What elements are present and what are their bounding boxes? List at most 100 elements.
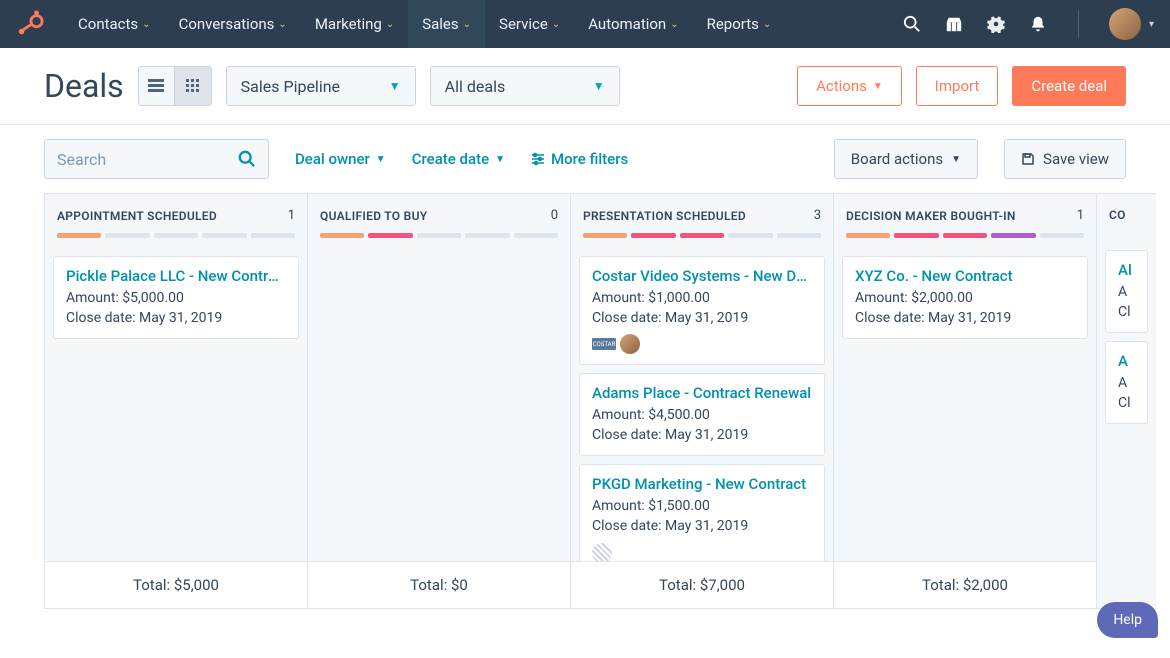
deal-title: Adams Place - Contract Renewal	[592, 384, 812, 402]
search-icon	[238, 150, 256, 168]
bell-icon[interactable]	[1028, 14, 1048, 34]
deal-title: XYZ Co. - New Contract	[855, 267, 1075, 285]
progress-segment	[846, 233, 890, 238]
page-title: Deals	[44, 67, 124, 105]
column-body: AlA Cl AA Cl	[1097, 242, 1156, 608]
import-button[interactable]: Import	[916, 66, 999, 106]
deal-card[interactable]: Pickle Palace LLC - New ContractAmount: …	[53, 256, 299, 339]
progress-segment	[417, 233, 461, 238]
create-date-filter[interactable]: Create date ▼	[412, 150, 505, 168]
actions-button[interactable]: Actions ▼	[797, 66, 902, 106]
column-count: 3	[814, 208, 821, 223]
board-column: PRESENTATION SCHEDULED3 Costar Video Syst…	[570, 193, 833, 609]
deals-filter-select[interactable]: All deals ▼	[430, 66, 620, 106]
nav-item-service[interactable]: Service⌄	[485, 0, 574, 48]
board-actions-button[interactable]: Board actions ▼	[834, 139, 978, 179]
save-icon	[1021, 152, 1035, 166]
caret-down-icon: ▼	[873, 81, 883, 92]
progress-segment	[368, 233, 412, 238]
progress-segment	[154, 233, 198, 238]
hubspot-logo[interactable]	[16, 10, 44, 38]
search-box[interactable]	[44, 139, 269, 179]
deal-card[interactable]: Costar Video Systems - New Deal Amount: $…	[579, 256, 825, 365]
deal-card[interactable]: XYZ Co. - New ContractAmount: $2,000.00C…	[842, 256, 1088, 339]
deal-amount: A	[1118, 374, 1135, 394]
progress-segment	[991, 233, 1035, 238]
search-icon[interactable]	[902, 14, 922, 34]
deal-amount: Amount: $1,000.00	[592, 289, 812, 309]
placeholder-icon	[592, 543, 612, 561]
deal-amount: Amount: $4,500.00	[592, 406, 812, 426]
avatar	[1109, 8, 1141, 40]
column-header: APPOINTMENT SCHEDULED1	[45, 194, 307, 248]
board-actions-label: Board actions	[851, 150, 943, 168]
column-title: CO	[1109, 208, 1126, 222]
company-logo-icon: COSTAR	[592, 338, 616, 350]
progress-segment	[894, 233, 938, 238]
progress-segment	[943, 233, 987, 238]
progress-segment	[202, 233, 246, 238]
deal-close-date: Close date: May 31, 2019	[855, 309, 1075, 329]
nav-item-conversations[interactable]: Conversations⌄	[165, 0, 301, 48]
chevron-down-icon: ⌄	[386, 19, 394, 30]
search-input[interactable]	[57, 150, 217, 169]
deal-title: Costar Video Systems - New Deal	[592, 267, 812, 285]
deal-card[interactable]: AA Cl	[1105, 341, 1148, 424]
filter-row: Deal owner ▼ Create date ▼ More filters …	[0, 125, 1170, 193]
progress-bar	[320, 233, 558, 238]
progress-segment	[777, 233, 821, 238]
column-title: QUALIFIED TO BUY	[320, 209, 427, 223]
deal-card[interactable]: PKGD Marketing - New ContractAmount: $1,…	[579, 464, 825, 561]
chevron-down-icon: ⌄	[142, 19, 150, 30]
save-view-button[interactable]: Save view	[1004, 139, 1126, 179]
more-filters-button[interactable]: More filters	[531, 150, 628, 168]
column-body: Costar Video Systems - New Deal Amount: $…	[571, 248, 833, 561]
import-label: Import	[935, 77, 980, 95]
list-view-button[interactable]	[139, 67, 175, 105]
nav-item-contacts[interactable]: Contacts ⌄	[64, 0, 165, 48]
deal-card[interactable]: AlA Cl	[1105, 250, 1148, 333]
progress-bar	[846, 233, 1084, 238]
nav-item-marketing[interactable]: Marketing⌄	[301, 0, 408, 48]
help-label: Help	[1113, 612, 1142, 628]
nav-item-reports[interactable]: Reports⌄	[693, 0, 786, 48]
column-body: Pickle Palace LLC - New ContractAmount: …	[45, 248, 307, 561]
caret-down-icon: ▼	[951, 154, 961, 165]
pipeline-select[interactable]: Sales Pipeline ▼	[226, 66, 416, 106]
deal-amount: Amount: $1,500.00	[592, 497, 812, 517]
deal-card[interactable]: Adams Place - Contract Renewal Amount: $4…	[579, 373, 825, 456]
column-header: PRESENTATION SCHEDULED3	[571, 194, 833, 248]
view-toggle	[138, 66, 212, 106]
board-column: APPOINTMENT SCHEDULED1 Pickle Palace LLC …	[44, 193, 307, 609]
pipeline-select-label: Sales Pipeline	[241, 77, 340, 96]
gear-icon[interactable]	[986, 14, 1006, 34]
create-deal-button[interactable]: Create deal	[1012, 66, 1126, 106]
column-total: Total: $5,000	[45, 561, 307, 608]
progress-bar	[57, 233, 295, 238]
board-view-button[interactable]	[175, 67, 211, 105]
marketplace-icon[interactable]	[944, 14, 964, 34]
deal-owner-filter[interactable]: Deal owner ▼	[295, 150, 386, 168]
progress-segment	[680, 233, 724, 238]
nav-item-label: Automation	[588, 15, 666, 33]
nav-item-sales[interactable]: Sales⌄	[408, 0, 485, 48]
help-button[interactable]: Help	[1097, 602, 1158, 638]
progress-segment	[465, 233, 509, 238]
caret-down-icon: ▼	[376, 154, 386, 165]
board-column: DECISION MAKER BOUGHT-IN1 XYZ Co. - New C…	[833, 193, 1096, 609]
deal-amount: Amount: $5,000.00	[66, 289, 286, 309]
sliders-icon	[531, 152, 545, 166]
create-deal-label: Create deal	[1031, 77, 1107, 95]
deal-title: Al	[1118, 261, 1135, 279]
nav-item-label: Contacts	[78, 15, 138, 33]
card-avatars	[592, 543, 812, 561]
nav-item-label: Service	[499, 15, 548, 33]
column-body: XYZ Co. - New ContractAmount: $2,000.00C…	[834, 248, 1096, 561]
column-header: DECISION MAKER BOUGHT-IN1	[834, 194, 1096, 248]
progress-segment	[320, 233, 364, 238]
nav-item-automation[interactable]: Automation⌄	[574, 0, 692, 48]
account-menu[interactable]: ▾	[1109, 8, 1154, 40]
deal-close-date: Close date: May 31, 2019	[66, 309, 286, 329]
board-column: CO AlA Cl AA Cl	[1096, 193, 1156, 609]
progress-segment	[251, 233, 295, 238]
